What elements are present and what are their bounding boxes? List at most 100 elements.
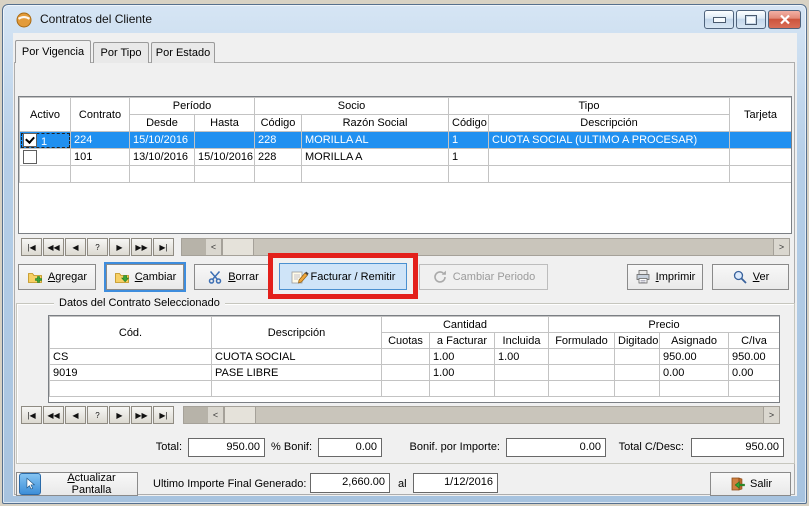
total-label: Total: [120,441,182,453]
bonif-field[interactable]: 0.00 [318,438,382,457]
detail-row[interactable]: 9019 PASE LIBRE 1.00 0.00 0.00 [50,365,780,381]
table-row[interactable]: 101 13/10/2016 15/10/2016 228 MORILLA A … [20,149,792,166]
folder-arrow-icon [114,269,130,285]
col-descripcion2: Descripción [212,317,382,349]
imprimir-button[interactable]: Imprimir [627,264,703,290]
nav-help-button[interactable]: ? [87,406,108,424]
tab-por-estado[interactable]: Por Estado [151,42,215,63]
scrollbar-track[interactable] [256,407,763,423]
close-button[interactable] [768,10,801,29]
col-tipo-codigo: Código [449,115,489,132]
cambiar-button[interactable]: Cambiar [106,264,184,290]
groupbox-title: Datos del Contrato Seleccionado [54,297,225,309]
facturar-remitir-button[interactable]: Facturar / Remitir [279,263,407,290]
table-row-selected[interactable]: 1 224 15/10/2016 228 MORILLA AL 1 CUOTA … [20,132,792,149]
scrollbar-thumb[interactable] [224,407,256,423]
bonif-label: % Bonif: [266,441,312,453]
nav-help-button[interactable]: ? [87,238,108,256]
detail-grid: Cód. Descripción Cantidad Precio Cuotas … [48,315,780,403]
col-razon-social: Razón Social [302,115,449,132]
col-cuotas: Cuotas [382,333,430,349]
fecha-field[interactable]: 1/12/2016 [413,473,498,493]
record-navigator-detail: |◀ ◀◀ ◀ ? ▶ ▶▶ ▶| [21,406,181,424]
maximize-icon [745,15,757,25]
col-c-iva: C/Iva [729,333,780,349]
scroll-right-icon[interactable]: > [773,239,789,255]
scrollbar-gap [182,239,206,255]
total-cdesc-label: Total C/Desc: [608,441,684,453]
colgroup-tipo: Tipo [449,98,730,115]
col-asignado: Asignado [660,333,729,349]
col-contrato: Contrato [71,98,130,132]
contracts-table: Activo Contrato Período Socio Tipo Tarje… [19,97,792,183]
nav-prior-button[interactable]: ◀ [65,238,86,256]
nav-first-button[interactable]: |◀ [21,406,42,424]
horizontal-scrollbar[interactable]: < > [181,238,790,256]
refresh-icon [432,269,448,285]
folder-plus-icon [27,269,43,285]
total-cdesc-field[interactable]: 950.00 [691,438,784,457]
checkbox-checked[interactable] [23,133,37,147]
checkbox-unchecked[interactable] [23,150,37,164]
scroll-left-icon[interactable]: < [208,407,224,423]
scroll-right-icon[interactable]: > [763,407,779,423]
cell-activo[interactable]: 1 [20,132,71,149]
tab-por-vigencia[interactable]: Por Vigencia [15,40,91,63]
nav-prior-button[interactable]: ◀ [65,406,86,424]
col-desde: Desde [130,115,195,132]
nav-last-button[interactable]: ▶| [153,406,174,424]
col-tarjeta: Tarjeta [730,98,792,132]
agregar-button[interactable]: Agregar [18,264,96,290]
tab-por-tipo[interactable]: Por Tipo [93,42,149,63]
maximize-button[interactable] [736,10,766,29]
cambiar-periodo-button[interactable]: Cambiar Periodo [419,264,548,290]
scrollbar-thumb[interactable] [222,239,254,255]
nav-prior-page-button[interactable]: ◀◀ [43,238,64,256]
nav-next-button[interactable]: ▶ [109,238,130,256]
exit-door-icon [729,476,745,492]
minimize-icon [713,17,726,23]
col-digitado: Digitado [615,333,660,349]
cursor-icon [19,473,41,495]
minimize-button[interactable] [704,10,734,29]
salir-button[interactable]: Salir [710,472,791,496]
nav-last-button[interactable]: ▶| [153,238,174,256]
bonif-importe-label: Bonif. por Importe: [388,441,500,453]
contracts-grid: Activo Contrato Período Socio Tipo Tarje… [18,96,792,234]
cell-activo[interactable] [20,149,71,166]
detail-row-empty[interactable] [50,381,780,397]
col-a-facturar: a Facturar [430,333,495,349]
bonif-importe-field[interactable]: 0.00 [506,438,606,457]
invoice-pencil-icon [291,269,309,285]
col-formulado: Formulado [549,333,615,349]
actualizar-pantalla-button[interactable]: Actualizar Pantalla [16,472,138,496]
printer-icon [635,269,651,285]
nav-prior-page-button[interactable]: ◀◀ [43,406,64,424]
app-icon [16,12,32,28]
table-row-empty[interactable] [20,166,792,183]
col-activo: Activo [20,98,71,132]
total-field[interactable]: 950.00 [188,438,265,457]
nav-first-button[interactable]: |◀ [21,238,42,256]
scrollbar-track[interactable] [254,239,773,255]
nav-next-page-button[interactable]: ▶▶ [131,406,152,424]
al-label: al [398,478,407,490]
nav-next-button[interactable]: ▶ [109,406,130,424]
ver-button[interactable]: Ver [712,264,789,290]
nav-next-page-button[interactable]: ▶▶ [131,238,152,256]
detail-row[interactable]: CS CUOTA SOCIAL 1.00 1.00 950.00 950.00 [50,349,780,365]
colgroup-periodo: Período [130,98,255,115]
ultimo-importe-field[interactable]: 2,660.00 [310,473,390,493]
screen: Contratos del Cliente Por Vigencia Por T… [0,0,809,506]
col-cod: Cód. [50,317,212,349]
colgroup-precio: Precio [549,317,780,333]
horizontal-scrollbar-detail[interactable]: < > [183,406,780,424]
detail-table: Cód. Descripción Cantidad Precio Cuotas … [49,316,780,397]
record-navigator: |◀ ◀◀ ◀ ? ▶ ▶▶ ▶| [21,238,181,256]
scroll-left-icon[interactable]: < [206,239,222,255]
scissors-icon [207,269,223,285]
col-descripcion: Descripción [489,115,730,132]
borrar-button[interactable]: Borrar [194,264,272,290]
ultimo-importe-label: Ultimo Importe Final Generado: [153,478,306,490]
close-icon [779,14,791,25]
